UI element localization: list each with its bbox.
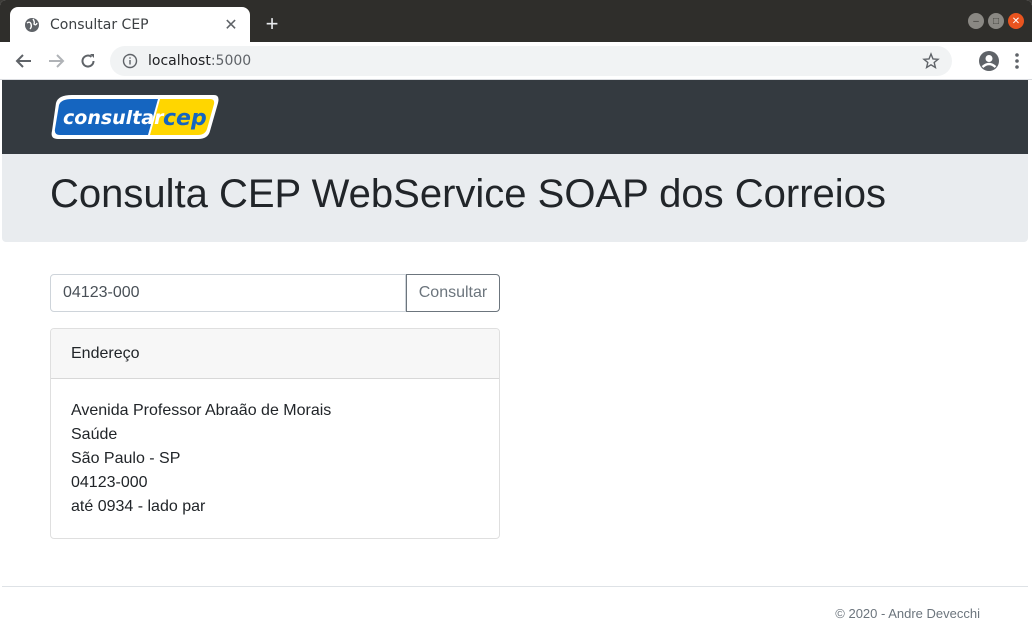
jumbotron: Consulta CEP WebService SOAP dos Correio… xyxy=(2,154,1028,242)
address-complement: até 0934 - lado par xyxy=(71,498,206,515)
url-host: localhost xyxy=(148,53,211,69)
logo-word-cep: cep xyxy=(163,106,207,131)
arrow-left-icon xyxy=(15,53,31,68)
card-body: Avenida Professor Abraão de Morais Saúde… xyxy=(51,379,499,538)
navbar: consultar cep xyxy=(2,80,1028,154)
logo-word-consultar: consultar xyxy=(63,107,165,129)
address-bar[interactable]: localhost:5000 xyxy=(110,46,952,76)
menu-dots-icon[interactable] xyxy=(1014,52,1020,70)
star-icon[interactable] xyxy=(922,52,940,70)
browser-window: Consultar CEP ✕ + – □ ✕ localhost:5000 c… xyxy=(0,0,1032,644)
address-street: Avenida Professor Abraão de Morais xyxy=(71,402,332,419)
address-cep: 04123-000 xyxy=(71,474,148,491)
back-button[interactable] xyxy=(8,45,40,77)
footer-copyright: © 2020 - Andre Devecchi xyxy=(835,606,980,621)
url-text[interactable]: localhost:5000 xyxy=(148,53,922,69)
forward-button[interactable] xyxy=(40,45,72,77)
maximize-button[interactable]: □ xyxy=(988,13,1004,29)
globe-icon xyxy=(24,17,40,33)
reload-button[interactable] xyxy=(72,45,104,77)
close-tab-icon[interactable]: ✕ xyxy=(222,16,240,34)
card-header: Endereço xyxy=(51,329,499,379)
reload-icon xyxy=(81,53,95,68)
cep-input[interactable] xyxy=(50,274,406,312)
consultar-cep-logo[interactable]: consultar cep xyxy=(50,93,220,141)
page-title: Consulta CEP WebService SOAP dos Correio… xyxy=(50,172,886,216)
browser-toolbar: localhost:5000 xyxy=(0,42,1032,80)
arrow-right-icon xyxy=(49,53,65,68)
cep-search-group: Consultar xyxy=(50,274,500,312)
address-city-state: São Paulo - SP xyxy=(71,450,181,467)
address-card: Endereço Avenida Professor Abraão de Mor… xyxy=(50,328,500,539)
address-neighborhood: Saúde xyxy=(71,426,118,443)
toolbar-right xyxy=(978,50,1020,72)
web-page: consultar cep Consulta CEP WebService SO… xyxy=(2,80,1028,644)
consultar-button[interactable]: Consultar xyxy=(406,274,500,312)
footer: © 2020 - Andre Devecchi xyxy=(2,586,1028,644)
minimize-button[interactable]: – xyxy=(968,13,984,29)
tab-title: Consultar CEP xyxy=(50,16,149,33)
account-icon[interactable] xyxy=(978,50,1000,72)
browser-tab[interactable]: Consultar CEP ✕ xyxy=(10,7,250,42)
tab-bar: Consultar CEP ✕ + – □ ✕ xyxy=(0,0,1032,42)
close-window-button[interactable]: ✕ xyxy=(1008,13,1024,29)
url-port: :5000 xyxy=(210,53,252,69)
info-icon[interactable] xyxy=(122,53,138,69)
window-controls: – □ ✕ xyxy=(968,13,1024,29)
new-tab-button[interactable]: + xyxy=(260,11,284,36)
